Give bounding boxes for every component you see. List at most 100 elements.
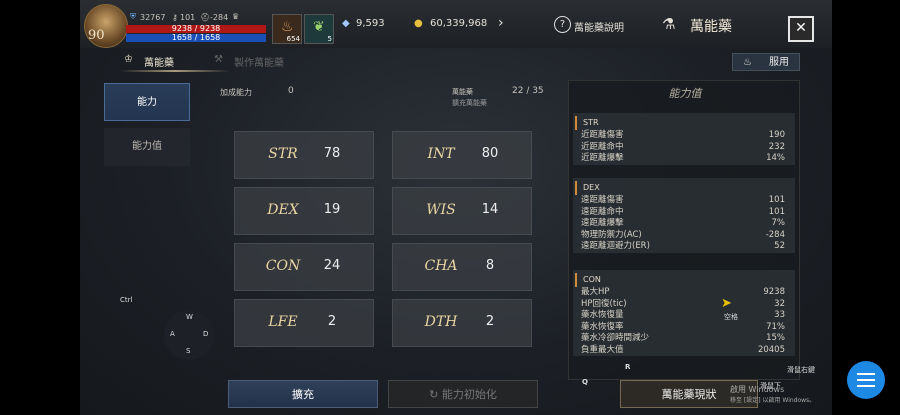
potion-slot[interactable]: ♨ 654 bbox=[272, 14, 302, 44]
help-icon[interactable]: ? bbox=[554, 16, 571, 33]
group-header: DEX bbox=[575, 181, 795, 195]
list-item: 近距離傷害 190 bbox=[573, 130, 795, 142]
stat-box-con[interactable]: CON 24 bbox=[234, 243, 374, 291]
stat-b-value: -284 bbox=[210, 13, 229, 22]
helmet-icon: ⛑ bbox=[200, 13, 211, 22]
key-icon: ⚷ bbox=[172, 13, 178, 22]
reset-label: 能力初始化 bbox=[441, 388, 497, 401]
row-value: 101 bbox=[768, 206, 785, 217]
potion-icon: ♨ bbox=[281, 19, 294, 35]
stat-value: 19 bbox=[323, 202, 341, 217]
row-label: 遠距離迴避力(ER) bbox=[581, 241, 650, 251]
diamond-icon: ◆ bbox=[342, 18, 350, 29]
crown-icon: ♔ bbox=[124, 54, 133, 65]
chevron-right-icon[interactable]: › bbox=[498, 15, 504, 31]
list-item: 藥水冷卻時間減少 15% bbox=[573, 333, 795, 345]
key-r: R bbox=[625, 363, 631, 371]
row-label: 近距離命中 bbox=[581, 141, 624, 152]
menu-fab-button[interactable] bbox=[847, 361, 885, 399]
row-value: 15% bbox=[766, 333, 785, 343]
row-value: 101 bbox=[768, 195, 785, 205]
row-label: 物理防禦力(AC) bbox=[581, 229, 642, 240]
diamond-amount: 9,593 bbox=[356, 18, 385, 29]
stat-box-wis[interactable]: WIS 14 bbox=[392, 187, 532, 235]
leaf-icon: ❦ bbox=[313, 19, 325, 35]
row-value: 33 bbox=[774, 310, 785, 320]
key-w: W bbox=[186, 313, 193, 321]
use-button[interactable]: ♨ 服用 bbox=[732, 53, 800, 71]
row-value: 232 bbox=[768, 141, 785, 152]
list-item: 負重最大值 20405 bbox=[573, 345, 795, 357]
side-item-ability-value[interactable]: 能力值 bbox=[104, 128, 190, 166]
stat-box-lfe[interactable]: LFE 2 bbox=[234, 299, 374, 347]
use-label: 服用 bbox=[769, 57, 789, 68]
page-title: 萬能藥 bbox=[690, 19, 732, 35]
list-item: 最大HP 9238 bbox=[573, 287, 795, 299]
list-item: 遠距離命中 101 bbox=[573, 207, 795, 219]
row-label: 遠距離爆擊 bbox=[581, 218, 624, 228]
row-label: 藥水恢復率 bbox=[581, 321, 624, 332]
elixir-count: 22 / 35 bbox=[512, 86, 544, 96]
key-d: D bbox=[203, 330, 209, 338]
group-con: CON 最大HP 9238 HP回復(tic) 32 藥水恢復量 33 藥水恢復率 71… bbox=[573, 270, 795, 356]
elixir-icon: ⚗ bbox=[662, 15, 676, 33]
right-click-label: 滑鼠右鍵 bbox=[787, 366, 815, 374]
row-label: 遠距離命中 bbox=[581, 206, 624, 217]
list-item: 遠距離迴避力(ER) 52 bbox=[573, 241, 795, 253]
tab-elixir[interactable]: 萬能藥 bbox=[144, 54, 174, 69]
stat-value: 14 bbox=[481, 202, 499, 217]
stat-box-int[interactable]: INT 80 bbox=[392, 131, 532, 179]
list-item: 近距離爆擊 14% bbox=[573, 153, 795, 165]
stat-box-cha[interactable]: CHA 8 bbox=[392, 243, 532, 291]
tab-craft-elixir[interactable]: 製作萬能藥 bbox=[234, 54, 284, 69]
key-a: A bbox=[170, 330, 175, 338]
potion-count: 654 bbox=[286, 35, 300, 43]
row-label: 藥水恢復量 bbox=[581, 310, 624, 320]
trophy-icon: ♛ bbox=[232, 12, 240, 21]
row-value: 52 bbox=[774, 241, 785, 251]
stat-value: 8 bbox=[485, 258, 495, 273]
list-item: 遠距離傷害 101 bbox=[573, 195, 795, 207]
stat-box-dex[interactable]: DEX 19 bbox=[234, 187, 374, 235]
game-screen: 90 ⛨ 32767 ⚷ 101 ⛑ -284 ♛ 9238 / 9238 16… bbox=[80, 0, 832, 415]
refresh-icon: ↻ bbox=[429, 388, 442, 401]
close-button[interactable]: ✕ bbox=[788, 16, 814, 42]
stat-box-str[interactable]: STR 78 bbox=[234, 131, 374, 179]
top-status-bar: 90 ⛨ 32767 ⚷ 101 ⛑ -284 ♛ 9238 / 9238 16… bbox=[80, 0, 832, 48]
herb-slot[interactable]: ❦ 5 bbox=[304, 14, 334, 44]
active-tab-underline bbox=[120, 70, 230, 72]
group-header: STR bbox=[575, 116, 795, 130]
cursor-icon: ➤ bbox=[721, 296, 732, 311]
list-item: 遠距離爆擊 7% bbox=[573, 218, 795, 230]
row-label: 近距離爆擊 bbox=[581, 153, 624, 163]
side-item-ability[interactable]: 能力 bbox=[104, 83, 190, 121]
elixir-expand-label: 擴充萬能藥 bbox=[452, 99, 487, 107]
stat-value: 78 bbox=[323, 146, 341, 161]
row-value: 9238 bbox=[763, 287, 785, 297]
row-label: 最大HP bbox=[581, 287, 610, 297]
expand-button[interactable]: 擴充 bbox=[228, 380, 378, 408]
row-value: 20405 bbox=[757, 344, 785, 355]
row-value: 7% bbox=[771, 218, 786, 228]
group-str: STR 近距離傷害 190 近距離命中 232 近距離爆擊 14% bbox=[573, 113, 795, 165]
mp-text: 1658 / 1658 bbox=[171, 33, 221, 42]
list-item: 藥水恢復量 33 bbox=[573, 310, 795, 322]
stat-box-dth[interactable]: DTH 2 bbox=[392, 299, 532, 347]
list-item: 藥水恢復率 71% bbox=[573, 322, 795, 334]
joystick[interactable]: W A D S bbox=[164, 310, 214, 360]
hamburger-icon bbox=[857, 373, 875, 375]
reset-ability-button[interactable]: ↻ 能力初始化 bbox=[388, 380, 538, 408]
bonus-label: 加成能力 bbox=[220, 88, 252, 97]
row-label: 遠距離傷害 bbox=[581, 195, 624, 205]
stat-a-value: 101 bbox=[180, 13, 196, 22]
craft-icon: ⚒ bbox=[214, 54, 223, 65]
help-button[interactable]: 萬能藥說明 bbox=[574, 19, 624, 34]
ctrl-key-label: Ctrl bbox=[120, 296, 133, 304]
hamburger-line bbox=[857, 379, 875, 381]
row-label: 近距離傷害 bbox=[581, 130, 624, 140]
shield-icon: ⛨ bbox=[130, 12, 136, 21]
stat-value: 80 bbox=[481, 146, 499, 161]
windows-activation-title: 啟用 Windows bbox=[730, 385, 785, 394]
list-item: 物理防禦力(AC) -284 bbox=[573, 230, 795, 242]
gold-icon: ● bbox=[414, 18, 423, 29]
